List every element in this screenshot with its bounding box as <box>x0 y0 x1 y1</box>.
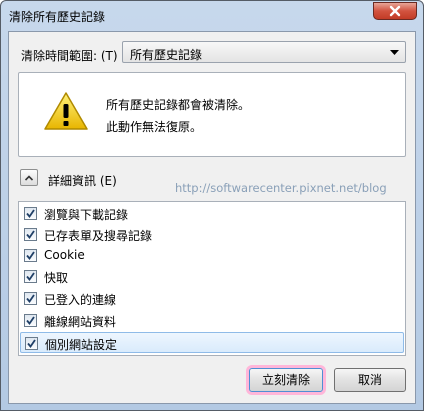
details-label: 詳細資訊 (E) <box>48 174 117 188</box>
list-item[interactable]: 快取 <box>20 266 404 287</box>
checkbox[interactable] <box>24 314 37 327</box>
watermark-text: http://softwarecenter.pixnet.net/blog <box>175 181 387 195</box>
checkmark-icon <box>27 339 36 348</box>
list-item-label: 快取 <box>44 271 69 285</box>
list-item-label: 已存表單及搜尋記錄 <box>44 229 153 243</box>
details-toggle-button[interactable] <box>20 169 38 186</box>
list-item-label: 瀏覽與下載記錄 <box>44 208 129 222</box>
list-item-label: 個別網站設定 <box>45 338 118 352</box>
checkmark-icon <box>26 209 35 218</box>
checkbox[interactable] <box>24 207 37 220</box>
warning-text-line1: 所有歷史記錄都會被清除。 <box>106 98 251 112</box>
close-icon <box>389 5 401 17</box>
list-item-label: Cookie <box>44 248 85 262</box>
items-list: 瀏覽與下載記錄 已存表單及搜尋記錄 Cookie 快取 已登入的連線 離線網站資… <box>18 201 406 356</box>
list-item[interactable]: Cookie <box>20 245 404 266</box>
list-item-label: 離線網站資料 <box>44 315 117 329</box>
window-title: 清除所有歷史記錄 <box>9 10 106 24</box>
dialog-body: 清除時間範圍: (T) 所有歷史記錄 所有歷史記錄都會被清除。 此動作無法復原。… <box>8 31 416 404</box>
warning-text-line2: 此動作無法復原。 <box>106 120 203 134</box>
checkbox[interactable] <box>24 228 37 241</box>
list-item-label: 已登入的連線 <box>44 293 117 307</box>
warning-panel: 所有歷史記錄都會被清除。 此動作無法復原。 <box>18 72 406 157</box>
titlebar: 清除所有歷史記錄 <box>1 1 423 29</box>
dialog-window: 清除所有歷史記錄 清除時間範圍: (T) 所有歷史記錄 所有歷史記錄都會被清除。… <box>0 0 424 411</box>
warning-icon <box>44 92 88 130</box>
checkbox[interactable] <box>25 337 38 350</box>
time-range-select[interactable]: 所有歷史記錄 <box>122 41 406 63</box>
chevron-down-icon <box>390 50 399 55</box>
list-item[interactable]: 已登入的連線 <box>20 288 404 309</box>
checkbox[interactable] <box>24 270 37 283</box>
checkmark-icon <box>26 251 35 260</box>
chevron-up-icon <box>24 175 34 181</box>
checkmark-icon <box>26 272 35 281</box>
checkmark-icon <box>26 316 35 325</box>
cancel-button[interactable]: 取消 <box>334 368 406 392</box>
time-range-label: 清除時間範圍: (T) <box>21 49 118 63</box>
list-item[interactable]: 瀏覽與下載記錄 <box>20 203 404 224</box>
time-range-value: 所有歷史記錄 <box>130 48 203 62</box>
list-item[interactable]: 已存表單及搜尋記錄 <box>20 224 404 245</box>
checkbox[interactable] <box>24 249 37 262</box>
checkbox[interactable] <box>24 292 37 305</box>
list-item-selected[interactable]: 個別網站設定 <box>20 332 404 353</box>
close-button[interactable] <box>373 2 417 20</box>
checkmark-icon <box>26 230 35 239</box>
clear-now-button[interactable]: 立刻清除 <box>249 368 323 392</box>
list-item[interactable]: 離線網站資料 <box>20 310 404 331</box>
checkmark-icon <box>26 294 35 303</box>
